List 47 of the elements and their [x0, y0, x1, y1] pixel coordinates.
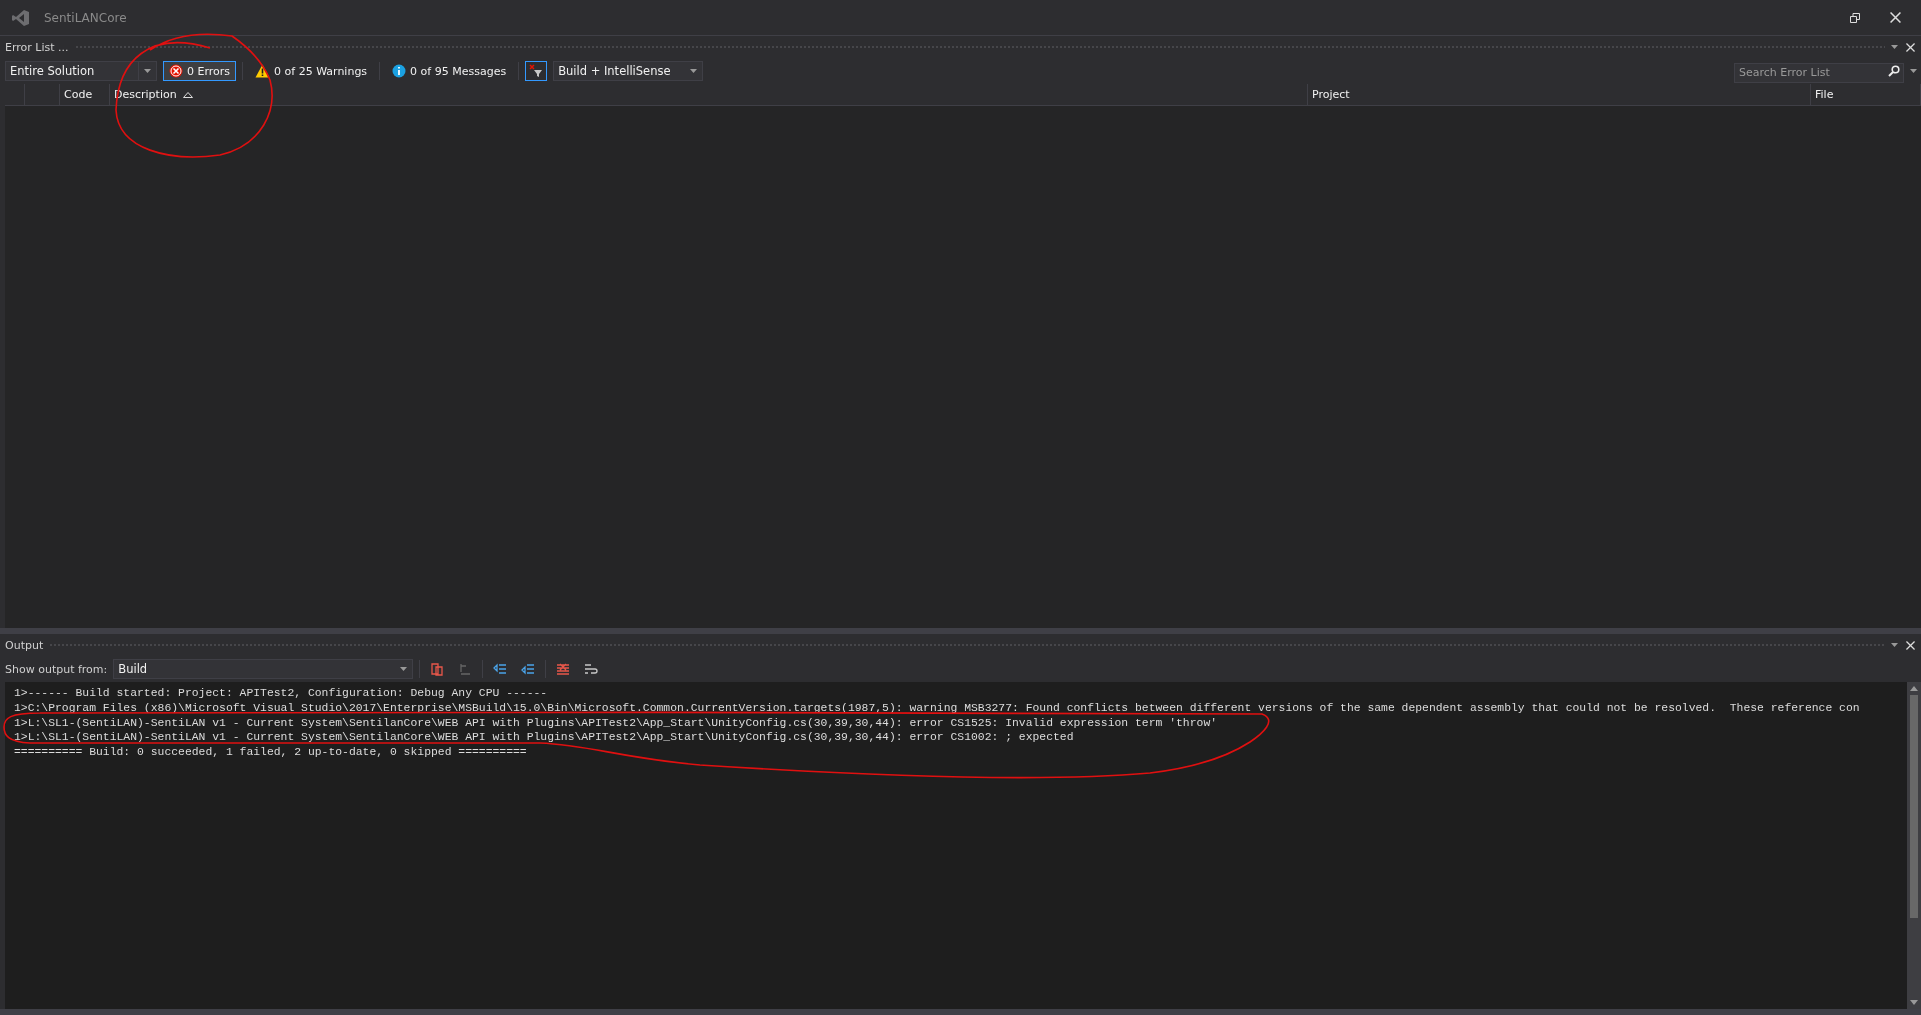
filter-toggle[interactable]: 0 Errors [163, 61, 237, 81]
clear-all-icon [556, 662, 571, 676]
window-title: SentiLANCore [44, 10, 128, 25]
output-line: ========== Build: 0 succeeded, 1 failed, 2 up-to-date, 0 skipped ========== [14, 745, 528, 760]
info-icon [392, 64, 407, 78]
dropdown-caret-icon [144, 69, 151, 73]
app-logo-icon [12, 8, 30, 27]
filter-clear-icon [529, 64, 544, 78]
column-header[interactable]: File [1811, 84, 1921, 105]
go-down-icon [521, 662, 536, 676]
restore-icon [1850, 12, 1860, 23]
output-line: 1>L:\SL1-(SentiLAN)-SentiLAN v1 - Current System\SentilanCore\WEB API with Plugins\APITest2\App_Start\UnityConfig.cs(30,39,30,44): error CS1002: ; expected [14, 730, 1075, 746]
dropdown-caret-icon [400, 667, 408, 671]
output-line: 1>L:\SL1-(SentiLAN)-SentiLAN v1 - Current System\SentilanCore\WEB API with Plugins\APITest2\App_Start\UnityConfig.cs(30,39,30,44): error CS1525: Invalid expression term 'throw' [14, 715, 1219, 731]
go-up-icon [493, 662, 508, 676]
filter-toggle[interactable]: 0 of 95 Messages [386, 61, 513, 81]
previous-message-icon [458, 662, 473, 676]
column-header[interactable]: Project [1308, 84, 1811, 105]
close-icon [1906, 42, 1915, 52]
source-dropdown[interactable]: Build + IntelliSense [553, 61, 704, 81]
vertical-scrollbar[interactable] [1907, 682, 1921, 1009]
find-message-icon [430, 662, 445, 676]
warning-icon [255, 64, 271, 78]
close-icon [1890, 12, 1901, 23]
dropdown-caret-icon [1910, 69, 1917, 73]
output-line: 1>------ Build started: Project: APITest2, Configuration: Debug Any CPU ------ [14, 686, 549, 701]
word-wrap-icon [584, 662, 599, 676]
close-button[interactable] [1904, 638, 1917, 652]
output-line: 1>C:\Program Files (x86)\Microsoft Visual Studio\2017\Enterprise\MSBuild\15.0\Bin\Microsoft.Common.CurrentVersion.targets(1987,5): warning MSB3277: Found conflicts between different versions of the same dependent assembly that could not be resolved. These reference con [14, 700, 1861, 716]
dropdown-caret-icon [690, 69, 698, 73]
search-icon [1888, 65, 1900, 77]
toolbar-button[interactable] [525, 61, 548, 81]
column-header[interactable]: Code [60, 84, 110, 105]
output-source-dropdown[interactable]: Build [113, 659, 414, 679]
error-icon [169, 64, 183, 78]
scroll-up-arrow-icon[interactable] [1910, 686, 1918, 691]
scope-dropdown[interactable]: Entire Solution [5, 61, 157, 81]
output-source-label: Show output from: [5, 662, 108, 676]
close-icon [1906, 640, 1915, 650]
scroll-down-arrow-icon[interactable] [1910, 1000, 1918, 1005]
panel-title: Output [5, 638, 44, 652]
filter-toggle[interactable]: 0 of 25 Warnings [249, 61, 374, 81]
panel-title: Error List ... [5, 40, 69, 54]
dropdown-caret-icon [1891, 643, 1898, 647]
search-field[interactable]: Search Error List [1734, 62, 1904, 83]
dropdown-caret-icon [1891, 45, 1898, 49]
close-button[interactable] [1904, 40, 1917, 54]
